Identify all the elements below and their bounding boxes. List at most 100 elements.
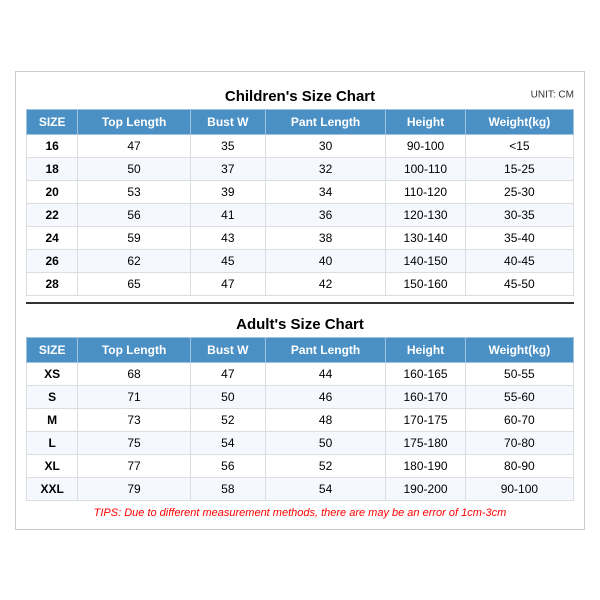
col-bust-w-header: Bust W (190, 109, 265, 134)
table-row: L755450175-18070-80 (27, 431, 574, 454)
table-row: 20533934110-12025-30 (27, 180, 574, 203)
table-cell: 47 (78, 134, 191, 157)
tips-text: TIPS: Due to different measurement metho… (26, 507, 574, 519)
table-cell: 54 (265, 477, 385, 500)
table-cell: 160-170 (386, 385, 465, 408)
table-cell: 52 (190, 408, 265, 431)
table-row: 22564136120-13030-35 (27, 203, 574, 226)
table-cell: 53 (78, 180, 191, 203)
table-row: 18503732100-11015-25 (27, 157, 574, 180)
table-row: XXL795854190-20090-100 (27, 477, 574, 500)
section-divider (26, 302, 574, 304)
children-size-table: SIZE Top Length Bust W Pant Length Heigh… (26, 109, 574, 296)
table-row: M735248170-17560-70 (27, 408, 574, 431)
children-section-title: Children's Size Chart UNIT: CM (26, 82, 574, 109)
table-cell: 110-120 (386, 180, 465, 203)
table-row: 24594338130-14035-40 (27, 226, 574, 249)
table-cell: 58 (190, 477, 265, 500)
table-cell: 25-30 (465, 180, 573, 203)
table-cell: 44 (265, 362, 385, 385)
table-cell: 170-175 (386, 408, 465, 431)
children-title-text: Children's Size Chart (225, 88, 375, 105)
table-cell: 54 (190, 431, 265, 454)
table-cell: 90-100 (386, 134, 465, 157)
table-cell: 20 (27, 180, 78, 203)
table-cell: 77 (78, 454, 191, 477)
col-height-header: Height (386, 109, 465, 134)
table-cell: S (27, 385, 78, 408)
table-cell: 160-165 (386, 362, 465, 385)
table-cell: 100-110 (386, 157, 465, 180)
table-cell: 56 (78, 203, 191, 226)
table-cell: 40 (265, 249, 385, 272)
table-cell: 34 (265, 180, 385, 203)
table-cell: 50-55 (465, 362, 573, 385)
table-cell: 90-100 (465, 477, 573, 500)
table-cell: M (27, 408, 78, 431)
table-cell: 18 (27, 157, 78, 180)
table-cell: 42 (265, 272, 385, 295)
table-cell: 47 (190, 272, 265, 295)
adult-title-text: Adult's Size Chart (236, 316, 364, 333)
table-cell: L (27, 431, 78, 454)
table-cell: 130-140 (386, 226, 465, 249)
table-cell: 120-130 (386, 203, 465, 226)
table-row: 1647353090-100<15 (27, 134, 574, 157)
table-cell: 190-200 (386, 477, 465, 500)
table-cell: 38 (265, 226, 385, 249)
table-row: XS684744160-16550-55 (27, 362, 574, 385)
size-chart-container: Children's Size Chart UNIT: CM SIZE Top … (15, 71, 585, 530)
table-cell: 60-70 (465, 408, 573, 431)
col-top-length-header: Top Length (78, 109, 191, 134)
table-cell: 59 (78, 226, 191, 249)
table-cell: 45 (190, 249, 265, 272)
adult-col-top-length-header: Top Length (78, 337, 191, 362)
table-cell: 71 (78, 385, 191, 408)
table-cell: 75 (78, 431, 191, 454)
table-row: 28654742150-16045-50 (27, 272, 574, 295)
table-cell: XXL (27, 477, 78, 500)
table-cell: 36 (265, 203, 385, 226)
table-cell: 79 (78, 477, 191, 500)
table-cell: 50 (265, 431, 385, 454)
adult-col-weight-header: Weight(kg) (465, 337, 573, 362)
table-cell: 48 (265, 408, 385, 431)
table-cell: 150-160 (386, 272, 465, 295)
adult-col-bust-w-header: Bust W (190, 337, 265, 362)
table-cell: 32 (265, 157, 385, 180)
table-cell: XS (27, 362, 78, 385)
table-cell: 175-180 (386, 431, 465, 454)
col-pant-length-header: Pant Length (265, 109, 385, 134)
table-cell: 45-50 (465, 272, 573, 295)
adult-header-row: SIZE Top Length Bust W Pant Length Heigh… (27, 337, 574, 362)
adult-col-pant-length-header: Pant Length (265, 337, 385, 362)
table-cell: 52 (265, 454, 385, 477)
unit-label: UNIT: CM (531, 90, 574, 101)
table-cell: 62 (78, 249, 191, 272)
table-cell: 56 (190, 454, 265, 477)
table-cell: 140-150 (386, 249, 465, 272)
table-cell: 22 (27, 203, 78, 226)
table-cell: 40-45 (465, 249, 573, 272)
table-cell: 41 (190, 203, 265, 226)
adult-col-height-header: Height (386, 337, 465, 362)
table-cell: 180-190 (386, 454, 465, 477)
table-cell: 47 (190, 362, 265, 385)
table-cell: 50 (78, 157, 191, 180)
table-cell: 46 (265, 385, 385, 408)
table-cell: 35-40 (465, 226, 573, 249)
table-cell: 26 (27, 249, 78, 272)
table-row: 26624540140-15040-45 (27, 249, 574, 272)
table-cell: 73 (78, 408, 191, 431)
table-cell: 15-25 (465, 157, 573, 180)
col-size-header: SIZE (27, 109, 78, 134)
adult-section-title: Adult's Size Chart (26, 310, 574, 337)
table-cell: 68 (78, 362, 191, 385)
table-cell: 30-35 (465, 203, 573, 226)
table-cell: 16 (27, 134, 78, 157)
adult-size-table: SIZE Top Length Bust W Pant Length Heigh… (26, 337, 574, 501)
table-cell: <15 (465, 134, 573, 157)
table-cell: 37 (190, 157, 265, 180)
col-weight-header: Weight(kg) (465, 109, 573, 134)
table-row: S715046160-17055-60 (27, 385, 574, 408)
